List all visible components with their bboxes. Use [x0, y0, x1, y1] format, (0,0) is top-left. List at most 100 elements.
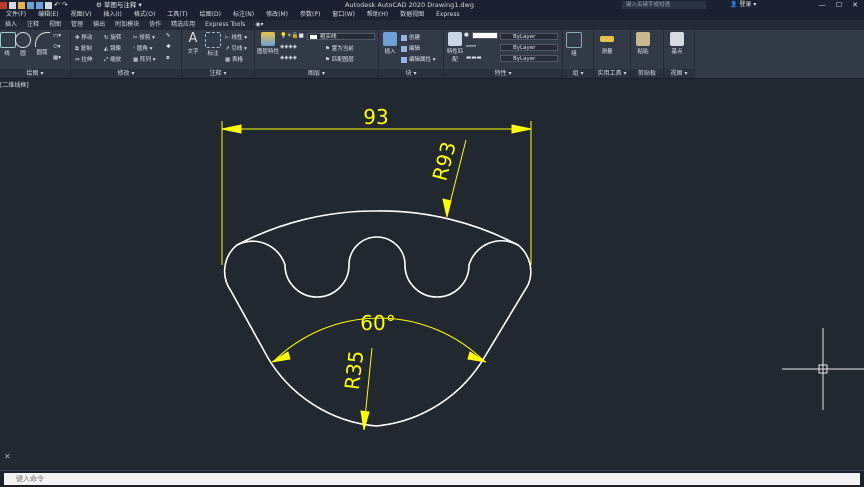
text-button[interactable]: A 文字: [184, 32, 202, 56]
hatch-icon[interactable]: ⬭▾: [53, 44, 60, 51]
line-button[interactable]: 线: [0, 32, 16, 57]
annotation-panel-title[interactable]: 注释 ▾: [182, 69, 254, 78]
linetype-dropdown[interactable]: ByLayer: [500, 44, 558, 51]
menu-help[interactable]: 帮助(H): [361, 10, 394, 20]
tab-manage[interactable]: 管理: [66, 20, 88, 30]
menu-window[interactable]: 窗口(W): [326, 10, 361, 20]
menu-express[interactable]: Express: [430, 10, 465, 20]
clipboard-panel-title[interactable]: 剪贴板: [631, 69, 663, 78]
array-button[interactable]: ▦ 阵列 ▾: [133, 55, 155, 63]
redo-icon[interactable]: ↷: [62, 0, 68, 10]
copy-label: 复制: [80, 46, 92, 52]
undo-icon[interactable]: ↶: [54, 0, 60, 10]
new-file-icon[interactable]: [9, 1, 16, 9]
modify-panel-title[interactable]: 修改 ▾: [71, 69, 181, 78]
offset-icon[interactable]: ⧈: [166, 55, 170, 62]
menu-modify[interactable]: 修改(M): [260, 10, 294, 20]
circle-label: 圆: [20, 51, 26, 57]
menu-dimension[interactable]: 标注(N): [227, 10, 260, 20]
menu-edit[interactable]: 编辑(E): [32, 10, 64, 20]
tab-addins[interactable]: 附加模块: [110, 20, 144, 30]
menu-tools[interactable]: 工具(T): [161, 10, 193, 20]
dimension-button[interactable]: 标注: [204, 32, 222, 57]
tab-output[interactable]: 输出: [88, 20, 110, 30]
color-dropdown[interactable]: ByLayer: [500, 33, 558, 40]
login-button[interactable]: 👤 登录 ▾: [730, 0, 756, 10]
linear-button[interactable]: ⊢ 线性 ▾: [225, 33, 247, 41]
tab-annotate[interactable]: 注释: [22, 20, 44, 30]
tab-insert[interactable]: 插入: [0, 20, 22, 30]
scale-button[interactable]: ⤢ 缩放: [104, 55, 121, 64]
trim-button[interactable]: ✂ 修剪 ▾: [133, 33, 155, 41]
table-button[interactable]: ▦ 表格: [225, 55, 243, 63]
menu-dataview[interactable]: 数据视图: [394, 10, 430, 20]
draw-tool-icon[interactable]: ▭▾: [53, 33, 61, 39]
explode-icon[interactable]: ✱: [166, 44, 171, 50]
color-swatch-dropdown[interactable]: [472, 32, 498, 39]
groups-panel-title[interactable]: 组 ▾: [563, 69, 593, 78]
set-current-button[interactable]: ⚑ 置为当前: [325, 44, 354, 52]
search-input[interactable]: 键入关键字或短语: [622, 1, 706, 9]
annotation-panel-title-text: 注释: [209, 70, 222, 77]
save-as-icon[interactable]: [36, 1, 43, 9]
leader-button[interactable]: ↗ 引线 ▾: [225, 44, 247, 52]
print-icon[interactable]: [45, 1, 52, 9]
copy-button[interactable]: ⧉ 复制: [75, 44, 92, 53]
color-wheel-icon[interactable]: ●: [464, 32, 469, 38]
save-icon[interactable]: [27, 1, 34, 9]
insert-button[interactable]: 插入: [381, 32, 399, 55]
lineweight-dropdown[interactable]: ByLayer: [500, 55, 558, 62]
layer-tool-icons-1[interactable]: ◈◈◈◈: [280, 44, 297, 50]
menu-draw[interactable]: 绘图(D): [194, 10, 227, 20]
paste-button[interactable]: 粘贴: [633, 32, 653, 55]
utilities-panel-title[interactable]: 实用工具 ▾: [594, 69, 630, 78]
erase-icon[interactable]: ✎: [166, 33, 171, 39]
minimize-button[interactable]: —: [819, 0, 826, 10]
tab-collaborate[interactable]: 协作: [144, 20, 166, 30]
close-button[interactable]: ✕: [852, 0, 858, 10]
mirror-button[interactable]: ◭ 镜像: [104, 44, 121, 52]
tab-express-tools[interactable]: Express Tools: [200, 20, 250, 30]
tab-toggle-icon[interactable]: ◉▾: [250, 20, 268, 30]
layers-panel-title[interactable]: 图层 ▾: [255, 69, 378, 78]
arc-button[interactable]: 圆弧: [33, 32, 51, 56]
edit-attributes-button[interactable]: 编辑属性 ▾: [401, 55, 436, 63]
base-view-button[interactable]: 基点: [666, 32, 688, 55]
edit-block-button[interactable]: 编辑: [401, 44, 420, 52]
open-file-icon[interactable]: [18, 1, 25, 9]
menu-insert[interactable]: 插入(I): [97, 10, 127, 20]
maximize-button[interactable]: ☐: [836, 0, 842, 10]
draw-panel-title[interactable]: 绘图 ▾: [0, 69, 70, 78]
group-button[interactable]: 组: [565, 32, 583, 57]
close-command-icon[interactable]: ✕: [4, 452, 11, 461]
create-block-button[interactable]: 创建: [401, 33, 420, 41]
properties-panel-title[interactable]: 特性 ▾: [444, 69, 562, 78]
stretch-button[interactable]: ⇔ 拉伸: [75, 55, 92, 63]
layer-tool-icons-2[interactable]: ◈◈◈◈: [280, 55, 297, 61]
command-input[interactable]: 键入命令: [4, 473, 860, 485]
match-layer-button[interactable]: ⚑ 匹配图层: [325, 55, 354, 63]
tab-view[interactable]: 视图: [44, 20, 66, 30]
menu-file[interactable]: 文件(F): [0, 10, 32, 20]
dim-text-r35: R35: [340, 349, 369, 391]
rotate-button[interactable]: ↻ 旋转: [104, 33, 121, 41]
menu-format[interactable]: 格式(O): [128, 10, 161, 20]
tab-featured-apps[interactable]: 精选应用: [166, 20, 200, 30]
menu-parametric[interactable]: 参数(P): [294, 10, 326, 20]
boundary-icon[interactable]: ▦▾: [53, 55, 61, 61]
line-label: 线: [4, 51, 10, 57]
drawing-canvas[interactable]: 93 R93 60° R35: [0, 88, 864, 468]
workspace-selector[interactable]: ⚙ 草图与注释 ▾: [96, 0, 142, 10]
menu-view[interactable]: 视图(V): [65, 10, 98, 20]
measure-button[interactable]: 测量: [596, 32, 618, 55]
block-panel-title[interactable]: 块 ▾: [379, 69, 443, 78]
fillet-button[interactable]: ◜ 圆角 ▾: [133, 44, 152, 52]
view-panel-title[interactable]: 视图 ▾: [664, 69, 694, 78]
app-menu-icon[interactable]: [0, 1, 7, 9]
match-properties-button[interactable]: 特性匹配: [446, 32, 464, 63]
move-button[interactable]: ✥ 移动: [75, 33, 92, 41]
modify-panel: ✥ 移动 ↻ 旋转 ✂ 修剪 ▾ ⧉ 复制 ◭ 镜像 ◜ 圆角 ▾ ⇔ 拉伸 ⤢…: [71, 30, 182, 78]
layer-dropdown[interactable]: 粗实线: [307, 33, 375, 40]
layer-properties-button[interactable]: 图层特性: [257, 32, 279, 55]
circle-button[interactable]: 圆: [14, 32, 32, 57]
